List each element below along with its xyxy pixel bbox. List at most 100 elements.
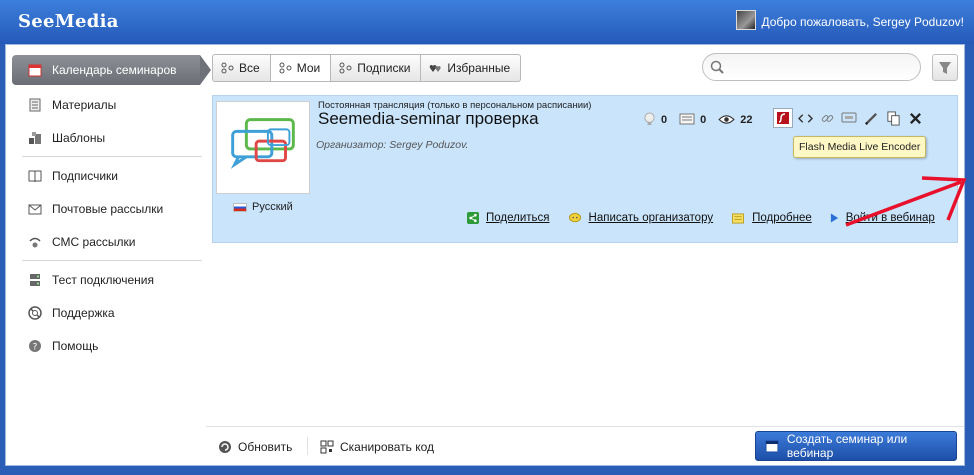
server-icon <box>30 273 40 286</box>
seminar-thumbnail[interactable] <box>216 101 310 194</box>
sidebar-item-materials[interactable]: Материалы <box>12 88 200 121</box>
copy-icon <box>886 110 900 126</box>
footer-divider <box>206 426 964 427</box>
likes-count: 0 <box>661 113 668 126</box>
sidebar-item-label: Календарь семинаров <box>52 63 177 77</box>
tooltip: Flash Media Live Encoder <box>793 136 927 158</box>
templates-icon <box>29 131 41 144</box>
sidebar-item-label: СМС рассылки <box>52 234 136 249</box>
seminar-stats: 0 0 22 <box>643 112 765 127</box>
seminar-tools <box>773 108 927 128</box>
sidebar-divider <box>22 156 202 157</box>
copy-button[interactable] <box>883 108 903 128</box>
sidebar-item-support[interactable]: Поддержка <box>12 296 200 329</box>
views-count: 22 <box>740 113 753 126</box>
create-label: Создать семинар или вебинар <box>786 432 908 460</box>
language-text: Русский <box>252 201 293 213</box>
tab-mine[interactable]: Мои <box>270 54 332 82</box>
sidebar-item-mail[interactable]: Почтовые рассылки <box>12 192 200 225</box>
nodes-icon <box>279 62 292 74</box>
content-area: Все Мои Подписки Избранные Русский Посто… <box>206 45 967 465</box>
write-label: Написать организатору <box>588 212 714 224</box>
close-icon <box>909 112 921 124</box>
avatar[interactable] <box>735 10 756 30</box>
tab-all[interactable]: Все <box>212 54 271 82</box>
sidebar-item-connection-test[interactable]: Тест подключения <box>12 263 200 296</box>
tab-favorites[interactable]: Избранные <box>421 54 522 82</box>
search-input[interactable] <box>702 53 921 81</box>
calendar-add-icon <box>765 440 779 453</box>
tab-label: Все <box>239 61 260 75</box>
note-icon <box>732 212 745 224</box>
sidebar-item-label: Почтовые рассылки <box>52 201 164 216</box>
footer-v-divider <box>307 437 308 455</box>
tab-label: Избранные <box>447 61 511 75</box>
welcome-area[interactable]: Добро пожаловать, Sergey Poduzov! <box>735 10 965 30</box>
monitor-icon <box>841 112 857 123</box>
sms-icon <box>29 237 41 247</box>
eye-icon <box>718 115 735 124</box>
sidebar-item-label: Шаблоны <box>52 130 106 145</box>
seminar-title[interactable]: Seemedia-seminar проверка <box>318 109 539 129</box>
sidebar: Календарь семинаров Материалы Шаблоны По… <box>12 55 211 362</box>
nodes-icon <box>221 62 234 74</box>
sidebar-item-label: Материалы <box>52 97 117 112</box>
share-label: Поделиться <box>486 212 550 224</box>
comments-icon <box>679 113 695 124</box>
red-arrow-annotation <box>845 176 967 227</box>
edit-button[interactable] <box>861 108 881 128</box>
scan-label: Сканировать код <box>340 440 435 454</box>
comments-stat: 0 <box>679 113 706 127</box>
refresh-button[interactable]: Обновить <box>218 440 292 454</box>
top-bar: SeeMedia Добро пожаловать, Sergey Poduzo… <box>0 0 974 44</box>
lifebuoy-icon <box>28 305 42 320</box>
details-label: Подробнее <box>752 212 812 224</box>
tab-subscriptions[interactable]: Подписки <box>331 54 422 82</box>
sidebar-item-label: Подписчики <box>52 168 119 183</box>
help-icon: ? <box>29 339 41 352</box>
welcome-text: Добро пожаловать, Sergey Poduzov! <box>761 14 965 29</box>
views-stat: 22 <box>718 113 753 126</box>
sidebar-item-sms[interactable]: СМС рассылки <box>12 225 200 258</box>
flash-encoder-button[interactable] <box>773 108 793 128</box>
write-organizer-link[interactable]: Написать организатору <box>568 212 714 224</box>
calendar-icon <box>28 64 42 77</box>
pencil-icon <box>864 112 877 125</box>
share-link[interactable]: Поделиться <box>467 212 550 224</box>
flag-ru-icon <box>233 202 247 212</box>
sidebar-item-templates[interactable]: Шаблоны <box>12 121 200 154</box>
embed-code-button[interactable] <box>795 108 815 128</box>
chat-bubbles-icon <box>230 118 295 169</box>
brand-logo[interactable]: SeeMedia <box>18 11 119 32</box>
scan-code-button[interactable]: Сканировать код <box>320 440 434 454</box>
tab-label: Подписки <box>357 61 411 75</box>
share-icon <box>467 212 479 224</box>
materials-icon <box>29 98 41 111</box>
chat-icon <box>568 212 581 223</box>
sidebar-item-calendar[interactable]: Календарь семинаров <box>12 55 211 85</box>
create-seminar-button[interactable]: Создать семинар или вебинар <box>755 431 957 461</box>
book-icon <box>28 170 42 182</box>
tab-label: Мои <box>296 61 321 75</box>
delete-button[interactable] <box>905 108 925 128</box>
sidebar-item-help[interactable]: ? Помощь <box>12 329 200 362</box>
svg-text:?: ? <box>33 342 38 352</box>
record-button[interactable] <box>839 108 859 128</box>
funnel-icon <box>939 62 951 74</box>
seminar-organizer: Организатор: Sergey Poduzov. <box>316 139 469 151</box>
details-link[interactable]: Подробнее <box>731 212 812 224</box>
comments-count: 0 <box>700 113 707 126</box>
code-icon <box>797 113 813 123</box>
sidebar-item-subscribers[interactable]: Подписчики <box>12 159 200 192</box>
filter-button[interactable] <box>932 54 958 81</box>
hearts-icon <box>430 65 442 72</box>
flash-media-icon <box>777 112 789 124</box>
link-button[interactable] <box>817 108 837 128</box>
main-frame: Календарь семинаров Материалы Шаблоны По… <box>5 44 967 466</box>
sidebar-item-label: Поддержка <box>52 305 115 320</box>
link-icon <box>821 114 833 122</box>
filter-tabs: Все Мои Подписки Избранные <box>212 54 522 82</box>
mail-icon <box>28 204 42 214</box>
bulb-icon <box>644 112 655 126</box>
sidebar-divider <box>22 260 202 261</box>
